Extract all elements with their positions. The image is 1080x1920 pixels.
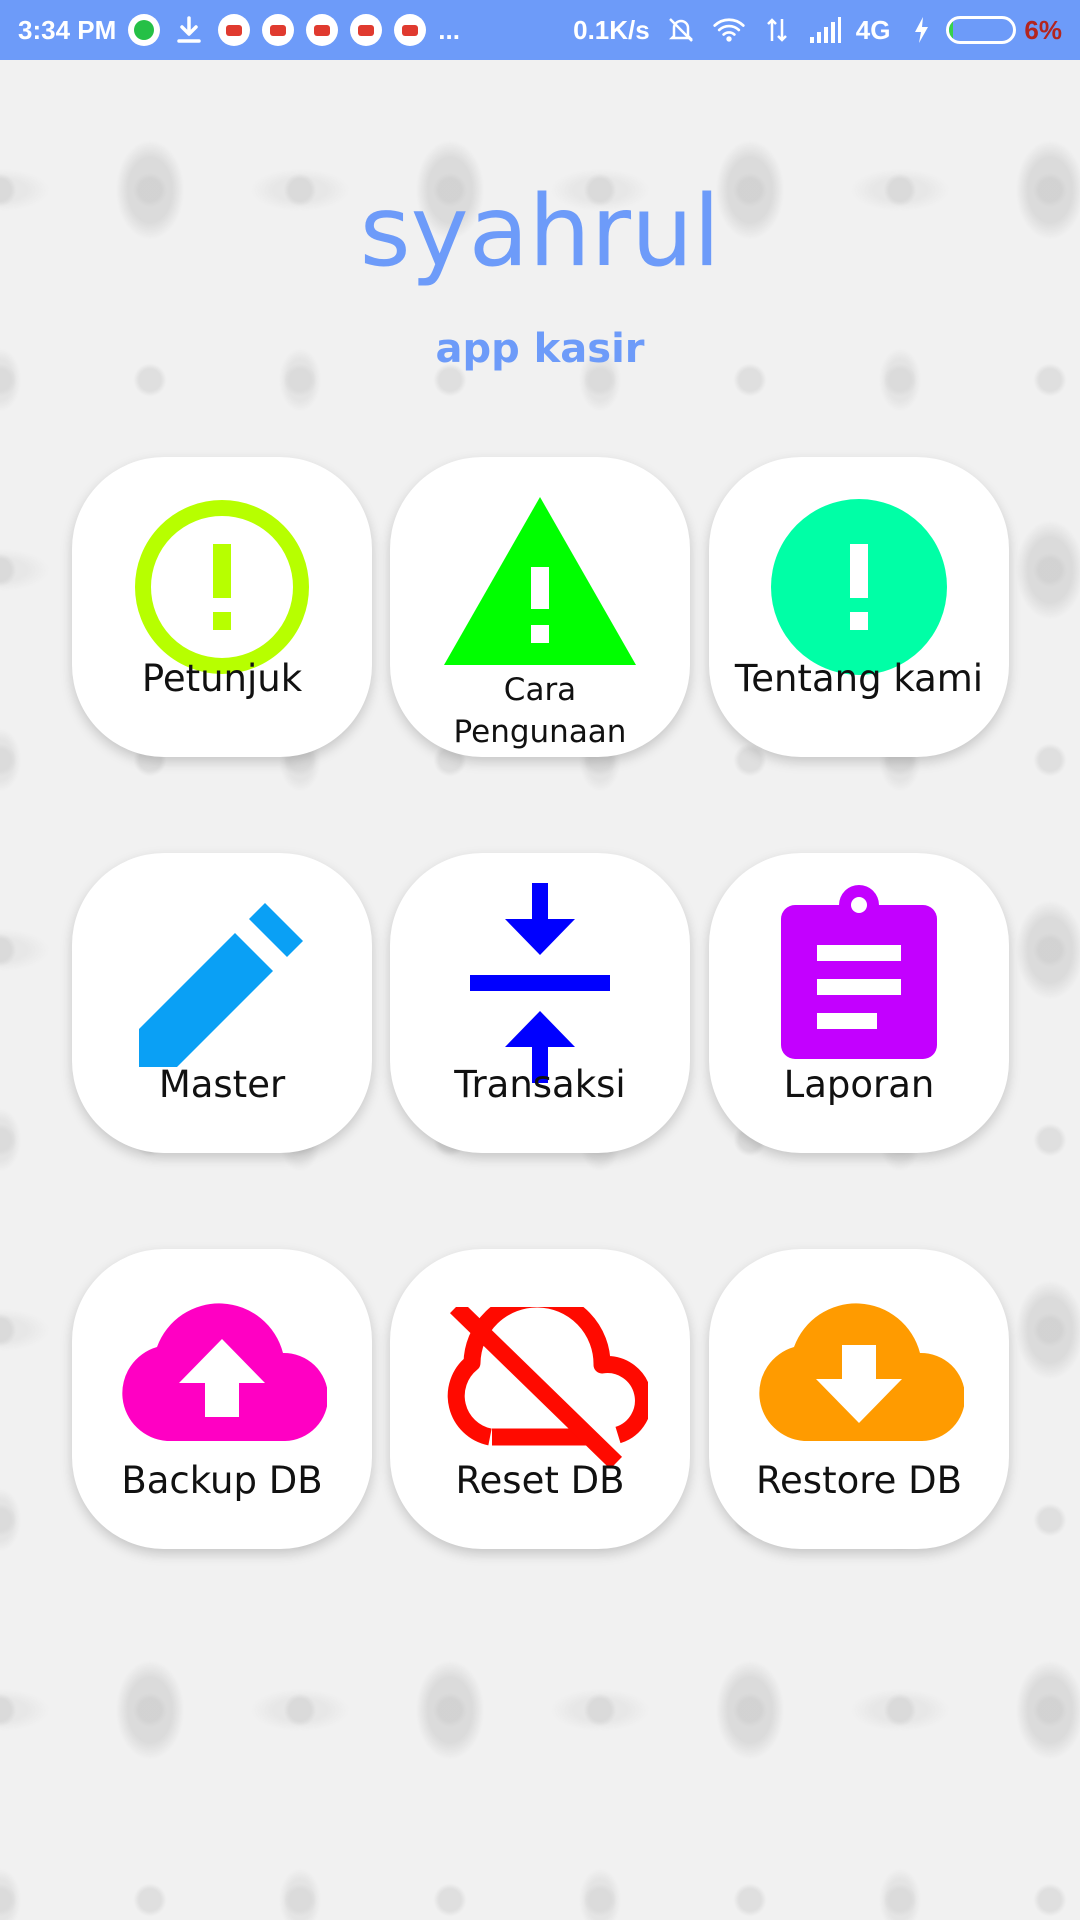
youtube-icon: [394, 14, 427, 46]
whatsapp-icon: [128, 14, 161, 46]
petunjuk-label: Petunjuk: [141, 657, 303, 700]
tentang-kami-label: Tentang kami: [734, 657, 984, 700]
battery-icon: [946, 16, 1017, 44]
restore-db-label: Restore DB: [755, 1459, 963, 1502]
bell-off-icon: [664, 13, 698, 47]
signal-icon: [808, 13, 842, 47]
cloud-download-icon: [759, 1303, 964, 1441]
reset-db-button[interactable]: Reset DB: [390, 1249, 690, 1549]
battery-level: [949, 19, 954, 41]
cara-pengunaan-label: Cara Pengunaan: [453, 672, 627, 750]
charging-icon: [904, 13, 938, 47]
data-arrows-icon: [760, 13, 794, 47]
clipboard-icon: [781, 885, 937, 1059]
battery-percentage: 6%: [1024, 14, 1062, 45]
compress-arrows-icon: [470, 883, 610, 1083]
wifi-icon: [712, 13, 746, 47]
tentang-kami-button[interactable]: Tentang kami: [709, 457, 1009, 757]
warning-triangle-icon: [444, 497, 636, 665]
status-bar: 3:34 PM ... 0.1K/s 4G 6%: [0, 0, 1080, 60]
laporan-label: Laporan: [783, 1063, 935, 1106]
transaksi-button[interactable]: Transaksi: [390, 853, 690, 1153]
status-time: 3:34 PM: [18, 14, 117, 45]
youtube-icon: [262, 14, 295, 46]
backup-db-button[interactable]: Backup DB: [72, 1249, 372, 1549]
reset-db-label: Reset DB: [455, 1459, 625, 1502]
master-label: Master: [158, 1063, 286, 1106]
network-type: 4G: [855, 14, 891, 45]
more-notifications: ...: [438, 14, 460, 45]
transaksi-label: Transaksi: [454, 1063, 626, 1106]
download-icon: [172, 13, 206, 47]
master-button[interactable]: Master: [72, 853, 372, 1153]
laporan-button[interactable]: Laporan: [709, 853, 1009, 1153]
cloud-off-icon: [447, 1307, 648, 1467]
network-speed: 0.1K/s: [573, 14, 650, 45]
backup-db-label: Backup DB: [121, 1459, 323, 1502]
alert-circle-icon: [771, 499, 947, 675]
youtube-icon: [218, 14, 251, 46]
youtube-icon: [306, 14, 339, 46]
restore-db-button[interactable]: Restore DB: [709, 1249, 1009, 1549]
cloud-upload-icon: [122, 1303, 327, 1441]
cara-pengunaan-button[interactable]: Cara Pengunaan: [390, 457, 690, 757]
app-title: syahrul: [359, 175, 721, 289]
petunjuk-button[interactable]: Petunjuk: [72, 457, 372, 757]
app-subtitle: app kasir: [435, 326, 645, 372]
pencil-icon: [139, 903, 303, 1067]
youtube-icon: [350, 14, 383, 46]
alert-circle-outline-icon: [135, 500, 309, 674]
